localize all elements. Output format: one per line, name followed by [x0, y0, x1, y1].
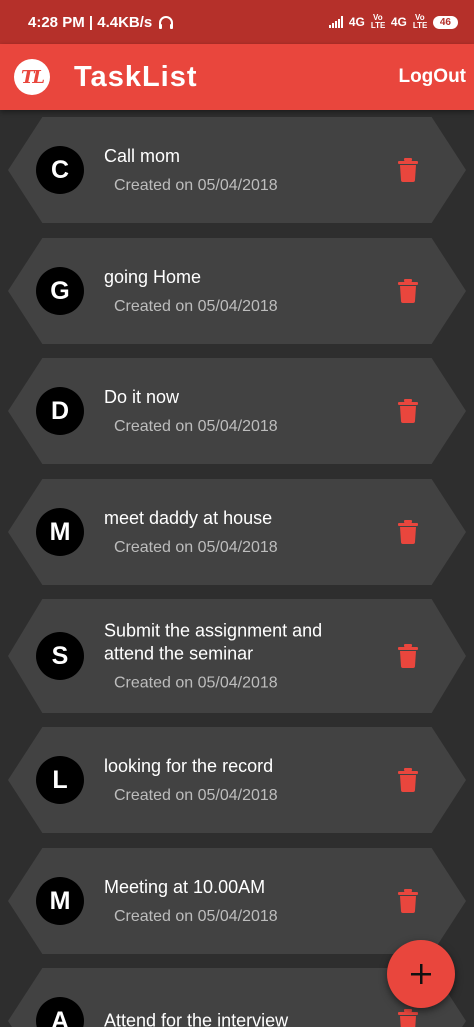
task-avatar: L — [36, 756, 84, 804]
delete-task-button[interactable] — [398, 768, 418, 792]
task-avatar: S — [36, 632, 84, 680]
task-card[interactable]: S Submit the assignment and attend the se… — [8, 599, 466, 713]
battery-icon: 46 — [432, 15, 458, 29]
delete-task-button[interactable] — [398, 520, 418, 544]
volte-1: Vo LTE — [370, 13, 386, 30]
task-body: Submit the assignment and attend the sem… — [104, 620, 370, 693]
time-speed: 4:28 PM | 4.4KB/s — [28, 13, 153, 31]
task-title: Call mom — [104, 146, 181, 166]
task-card[interactable]: Ggoing Home Created on 05/04/2018 — [8, 238, 466, 344]
status-left: 4:28 PM | 4.4KB/s — [28, 14, 174, 31]
task-list: C Call mom Created on 05/04/2018 Ggoing Hom… — [0, 110, 474, 1027]
app-bar: TL TaskList LogOut — [0, 44, 474, 110]
task-card[interactable]: Mmeet daddy at house Created on 05/04/201… — [8, 479, 466, 585]
trash-icon — [398, 889, 418, 917]
trash-icon — [398, 644, 418, 672]
task-body: going Home Created on 05/04/2018 — [104, 266, 370, 316]
task-avatar: C — [36, 146, 84, 194]
task-avatar: M — [36, 508, 84, 556]
status-bar: 4:28 PM | 4.4KB/s 4G Vo LTE 4G Vo LTE 46 — [0, 0, 474, 44]
task-body: Do it now Created on 05/04/2018 — [104, 386, 370, 436]
trash-icon — [398, 520, 418, 548]
task-body: Meeting at 10.00AM Created on 05/04/2018 — [104, 876, 370, 926]
task-avatar: A — [36, 997, 84, 1027]
status-right: 4G Vo LTE 4G Vo LTE 46 — [328, 13, 458, 30]
delete-task-button[interactable] — [398, 158, 418, 182]
trash-icon — [398, 1009, 418, 1027]
task-title: Meeting at 10.00AM — [104, 877, 266, 897]
headphones-icon — [159, 15, 174, 29]
delete-task-button[interactable] — [398, 889, 418, 913]
task-title: looking for the record — [104, 756, 274, 776]
delete-task-button[interactable] — [398, 644, 418, 668]
task-created-date: Created on 05/04/2018 — [114, 418, 278, 435]
task-body: Call mom Created on 05/04/2018 — [104, 145, 370, 195]
task-body: looking for the record Created on 05/04/2… — [104, 755, 370, 805]
task-card[interactable]: D Do it now Created on 05/04/2018 — [8, 358, 466, 464]
network-type-1: 4G — [348, 15, 365, 29]
task-card[interactable]: C Call mom Created on 05/04/2018 — [8, 117, 466, 223]
task-avatar: D — [36, 387, 84, 435]
delete-task-button[interactable] — [398, 399, 418, 423]
task-card[interactable]: M Meeting at 10.00AM Created on 05/04/2018 — [8, 848, 466, 954]
delete-task-button[interactable] — [398, 279, 418, 303]
signal-icon — [328, 16, 343, 28]
logout-button[interactable]: LogOut — [398, 66, 466, 88]
task-created-date: Created on 05/04/2018 — [114, 674, 278, 692]
add-task-button[interactable] — [387, 940, 455, 1008]
task-created-date: Created on 05/04/2018 — [114, 787, 278, 804]
app-title: TaskList — [74, 60, 198, 93]
task-title: Submit the assignment and attend the sem… — [104, 620, 323, 664]
task-created-date: Created on 05/04/2018 — [114, 539, 278, 556]
task-body: meet daddy at house Created on 05/04/2018 — [104, 507, 370, 557]
trash-icon — [398, 399, 418, 427]
task-title: Do it now — [104, 387, 180, 407]
trash-icon — [398, 768, 418, 796]
task-created-date: Created on 05/04/2018 — [114, 908, 278, 925]
network-type-2: 4G — [390, 15, 407, 29]
task-title: Attend for the interview — [104, 1010, 289, 1027]
trash-icon — [398, 279, 418, 307]
task-created-date: Created on 05/04/2018 — [114, 177, 278, 194]
task-avatar: G — [36, 267, 84, 315]
task-body: Attend for the interview — [104, 1010, 370, 1027]
trash-icon — [398, 158, 418, 186]
task-avatar: M — [36, 877, 84, 925]
task-created-date: Created on 05/04/2018 — [114, 298, 278, 315]
task-card[interactable]: Llooking for the record Created on 05/04/… — [8, 727, 466, 833]
task-title: meet daddy at house — [104, 508, 273, 528]
delete-task-button[interactable] — [398, 1009, 418, 1027]
app-logo: TL — [14, 59, 50, 95]
task-title: going Home — [104, 267, 202, 287]
plus-icon — [411, 964, 431, 984]
volte-2: Vo LTE — [412, 13, 428, 30]
